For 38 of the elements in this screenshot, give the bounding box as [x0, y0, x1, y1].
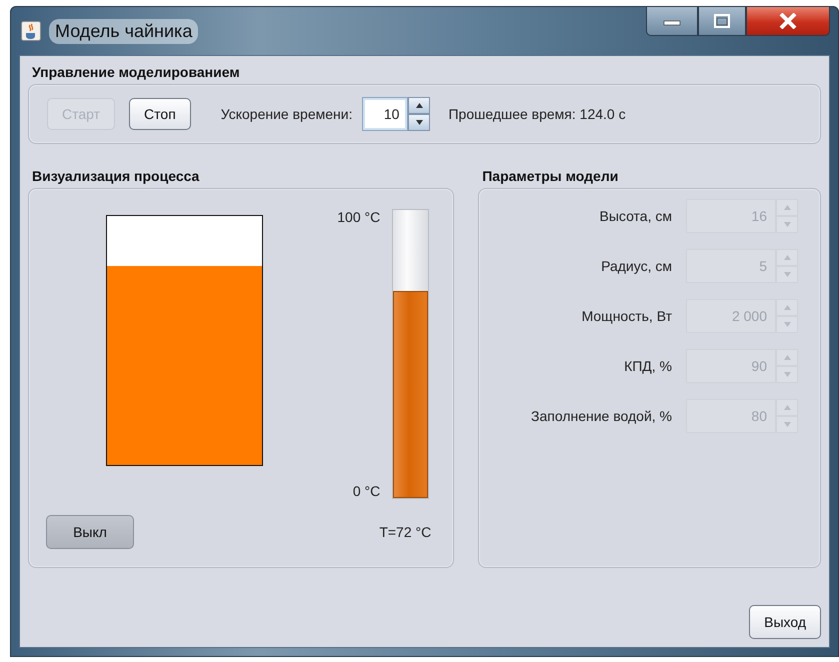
down-arrow-icon: [784, 422, 790, 427]
temperature-reading: T=72 °C: [379, 524, 432, 540]
exit-button[interactable]: Выход: [749, 605, 821, 639]
scale-label: 100 °C: [337, 209, 380, 225]
up-arrow-icon: [784, 355, 790, 360]
up-arrow-icon: [416, 103, 423, 108]
field-label: Мощность, Вт: [582, 308, 672, 324]
scale-label: 0 °C: [352, 483, 380, 499]
field-label: КПД, %: [624, 358, 672, 374]
field-label: Радиус, см: [601, 258, 672, 274]
window-title: Модель чайника: [49, 18, 198, 44]
minimize-button[interactable]: [646, 6, 698, 36]
elapsed-time: Прошедшее время: 124.0 с: [448, 106, 626, 122]
spin-up-button[interactable]: [408, 97, 430, 114]
close-icon: [779, 13, 797, 29]
maximize-button[interactable]: [698, 6, 746, 36]
cup-icon: [21, 21, 41, 41]
up-arrow-icon: [784, 205, 790, 210]
section-title: Визуализация процесса: [31, 167, 200, 186]
heater-button[interactable]: Выкл: [46, 515, 134, 549]
section-title: Управление моделированием: [31, 63, 241, 82]
number-field[interactable]: 10: [362, 97, 408, 131]
down-arrow-icon: [784, 372, 790, 377]
field-label: Заполнение водой, %: [531, 408, 672, 424]
close-button[interactable]: [746, 6, 830, 36]
down-arrow-icon: [784, 222, 790, 227]
section-title: Параметры модели: [481, 167, 620, 186]
field-label: Высота, см: [600, 208, 672, 224]
field-label: Ускорение времени:: [220, 106, 352, 122]
up-arrow-icon: [784, 405, 790, 410]
down-arrow-icon: [784, 272, 790, 277]
up-arrow-icon: [784, 255, 790, 260]
spin-down-button[interactable]: [408, 114, 430, 131]
up-arrow-icon: [784, 305, 790, 310]
down-arrow-icon: [416, 120, 423, 125]
down-arrow-icon: [784, 322, 790, 327]
stop-button[interactable]: Стоп: [129, 98, 191, 130]
maximize-icon: [714, 14, 730, 28]
